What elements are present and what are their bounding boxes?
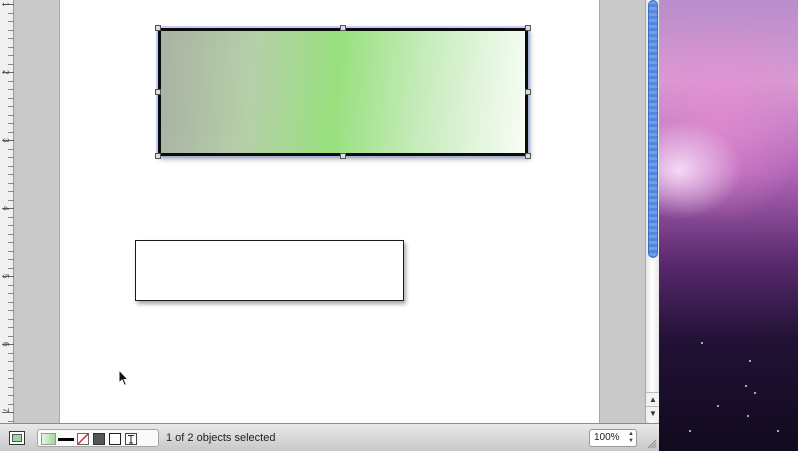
ruler-tick — [8, 191, 14, 192]
star — [777, 430, 779, 432]
ruler-tick — [8, 318, 14, 320]
ruler-tick — [8, 46, 14, 48]
ruler-tick — [8, 182, 14, 184]
ruler-tick — [8, 310, 14, 311]
ruler-tick — [8, 327, 14, 328]
ruler-tick — [8, 97, 14, 99]
ruler-tick — [8, 284, 14, 286]
shadow-icon[interactable] — [93, 433, 105, 445]
ruler-tick — [8, 123, 14, 124]
no-line-icon[interactable] — [77, 433, 89, 445]
ruler-tick — [8, 216, 14, 218]
ruler-label-5: 5 — [1, 274, 10, 279]
fill-swatch-color — [12, 434, 22, 442]
ruler-tick — [8, 395, 14, 396]
ruler-tick — [8, 21, 14, 22]
ruler-tick — [8, 301, 14, 303]
ruler-tick — [8, 369, 14, 371]
ruler-tick — [8, 378, 14, 379]
ruler-label-2: 2 — [1, 70, 10, 75]
ruler-tick — [8, 89, 14, 90]
resize-handle-middle-left[interactable] — [155, 89, 161, 95]
fill-style-icon[interactable] — [41, 433, 56, 445]
star — [717, 405, 719, 407]
ruler-tick — [8, 55, 14, 56]
ruler-tick — [8, 114, 14, 116]
resize-handle-bottom-center[interactable] — [340, 153, 346, 159]
ruler-label-1: 1 — [1, 2, 10, 7]
ruler-tick — [8, 259, 14, 260]
star — [689, 430, 691, 432]
star — [701, 342, 703, 344]
ruler-tick — [8, 80, 14, 82]
resize-handle-top-left[interactable] — [155, 25, 161, 31]
resize-handle-top-right[interactable] — [525, 25, 531, 31]
shape-icon[interactable] — [109, 433, 121, 445]
arrow-cursor-icon — [118, 369, 130, 387]
zoom-value: 100% — [594, 432, 620, 443]
ruler-label-4: 4 — [1, 206, 10, 211]
ruler-tick — [8, 225, 14, 226]
status-bar: 1 of 2 objects selected 100% ▲ ▼ — [0, 423, 659, 451]
star — [749, 360, 751, 362]
ruler-tick — [8, 63, 14, 65]
vertical-ruler: 1 2 3 4 5 6 7 — [0, 0, 14, 423]
star — [745, 385, 747, 387]
vertical-scrollbar[interactable]: ▲ ▼ — [645, 0, 660, 423]
line-sample — [58, 438, 74, 441]
text-placement-icon[interactable] — [125, 433, 137, 445]
ruler-tick — [8, 420, 14, 422]
fill-swatch-icon[interactable] — [9, 431, 25, 445]
resize-handle-middle-right[interactable] — [525, 89, 531, 95]
style-inspector-bar — [37, 429, 159, 447]
resize-handle-top-center[interactable] — [340, 25, 346, 31]
resize-handle-bottom-left[interactable] — [155, 153, 161, 159]
ruler-label-6: 6 — [1, 342, 10, 347]
ruler-tick — [8, 12, 14, 14]
scroll-down-arrow-icon[interactable]: ▼ — [646, 406, 660, 420]
ruler-tick — [8, 242, 14, 243]
ruler-tick — [8, 199, 14, 201]
ruler-tick — [8, 293, 14, 294]
desktop-wallpaper — [659, 0, 798, 451]
ruler-tick — [8, 403, 14, 405]
line-style-icon[interactable] — [58, 433, 74, 445]
ruler-tick — [8, 386, 14, 388]
scroll-up-arrow-icon[interactable]: ▲ — [646, 392, 660, 406]
ruler-tick — [8, 352, 14, 354]
ruler-tick — [8, 233, 14, 235]
ruler-tick — [8, 157, 14, 158]
ruler-tick — [8, 165, 14, 167]
ruler-tick — [8, 148, 14, 150]
ruler-tick — [8, 38, 14, 39]
zoom-select[interactable]: 100% ▲ ▼ — [589, 429, 637, 447]
resize-handle-bottom-right[interactable] — [525, 153, 531, 159]
ruler-tick — [8, 267, 14, 269]
ruler-tick — [8, 174, 14, 175]
ruler-label-7: 7 — [1, 408, 10, 413]
ruler-label-3: 3 — [1, 138, 10, 143]
ruler-tick — [8, 131, 14, 133]
ruler-tick — [8, 106, 14, 107]
ruler-tick — [8, 335, 14, 337]
ruler-tick — [8, 250, 14, 252]
ruler-tick — [8, 29, 14, 31]
window-resize-grip-icon[interactable] — [645, 437, 657, 449]
scrollbar-thumb[interactable] — [648, 0, 658, 258]
gradient-rectangle-shape[interactable] — [155, 25, 531, 159]
zoom-stepper-icon[interactable]: ▲ ▼ — [628, 431, 634, 445]
ruler-tick — [8, 361, 14, 362]
selection-status-text: 1 of 2 objects selected — [166, 432, 276, 444]
star — [754, 392, 756, 394]
white-rectangle-shape[interactable] — [135, 240, 404, 301]
star — [747, 415, 749, 417]
